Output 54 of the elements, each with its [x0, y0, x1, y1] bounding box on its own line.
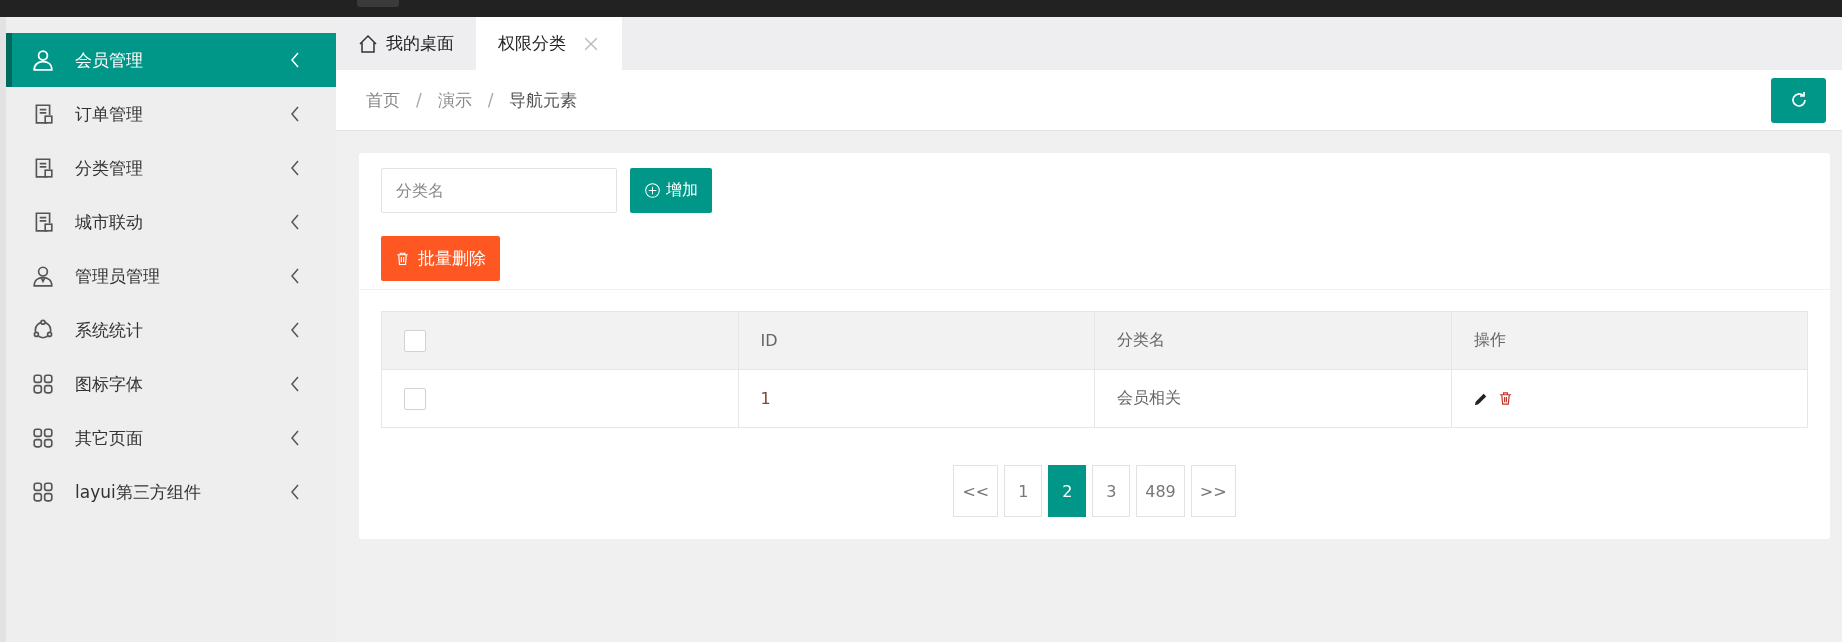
sidebar-item[interactable]: 城市联动	[6, 195, 336, 249]
breadcrumb-link[interactable]: 导航元素	[509, 88, 578, 112]
nodes-icon	[32, 319, 54, 341]
sidebar-item[interactable]: 分类管理	[6, 141, 336, 195]
trash-icon[interactable]	[1497, 391, 1513, 406]
column-header: ID	[738, 311, 1095, 370]
chevron-left-icon	[290, 106, 300, 122]
top-bar-handle	[357, 0, 399, 7]
user-icon	[32, 49, 54, 71]
page-link[interactable]: 1	[1004, 465, 1043, 517]
chevron-left-icon	[290, 484, 300, 500]
chevron-left-icon	[290, 214, 300, 230]
grid-icon	[32, 427, 54, 449]
search-field[interactable]: 分类名	[381, 168, 617, 213]
breadcrumb-separator: /	[416, 90, 422, 110]
chevron-left-icon	[290, 160, 300, 176]
trash-icon	[395, 251, 410, 266]
sidebar-item[interactable]: layui第三方组件	[6, 465, 336, 519]
checkbox[interactable]	[404, 387, 426, 410]
sidebar-item[interactable]: 其它页面	[6, 411, 336, 465]
breadcrumb-link[interactable]: 演示	[437, 88, 472, 112]
chevron-left-icon	[290, 322, 300, 338]
sidebar-item[interactable]: 管理员管理	[6, 249, 336, 303]
home-icon	[358, 33, 378, 54]
tab[interactable]: 我的桌面	[336, 17, 476, 70]
table-cell: 会员相关	[1094, 369, 1451, 428]
page-link[interactable]: >>	[1190, 465, 1236, 517]
tab[interactable]: 权限分类	[476, 17, 622, 70]
refresh-button[interactable]	[1771, 77, 1826, 123]
pencil-icon[interactable]	[1473, 391, 1488, 406]
table-cell: 1	[738, 369, 1095, 428]
chevron-left-icon	[290, 52, 300, 68]
page-link[interactable]: 3	[1092, 465, 1131, 517]
chevron-left-icon	[290, 376, 300, 392]
page-link[interactable]: 489	[1136, 465, 1185, 517]
grid-icon	[32, 373, 54, 395]
chevron-left-icon	[290, 430, 300, 446]
column-header: 操作	[1451, 311, 1808, 370]
plus-circle-icon	[644, 182, 661, 199]
sidebar-item[interactable]: 系统统计	[6, 303, 336, 357]
close-icon[interactable]	[584, 36, 598, 51]
chevron-left-icon	[290, 268, 300, 284]
page-link[interactable]: <<	[953, 465, 999, 517]
breadcrumb-separator: /	[487, 90, 494, 110]
grid-icon	[32, 481, 54, 503]
sidebar-item[interactable]: 订单管理	[6, 87, 336, 141]
user-icon	[32, 265, 54, 287]
checkbox[interactable]	[404, 329, 426, 352]
add-button[interactable]: 增加	[630, 168, 712, 213]
sidebar-item[interactable]: 会员管理	[6, 33, 336, 87]
column-header: 分类名	[1094, 311, 1451, 370]
page-link[interactable]: 2	[1048, 465, 1087, 517]
sidebar-item[interactable]: 图标字体	[6, 357, 336, 411]
breadcrumb-link[interactable]: 首页	[366, 88, 400, 112]
